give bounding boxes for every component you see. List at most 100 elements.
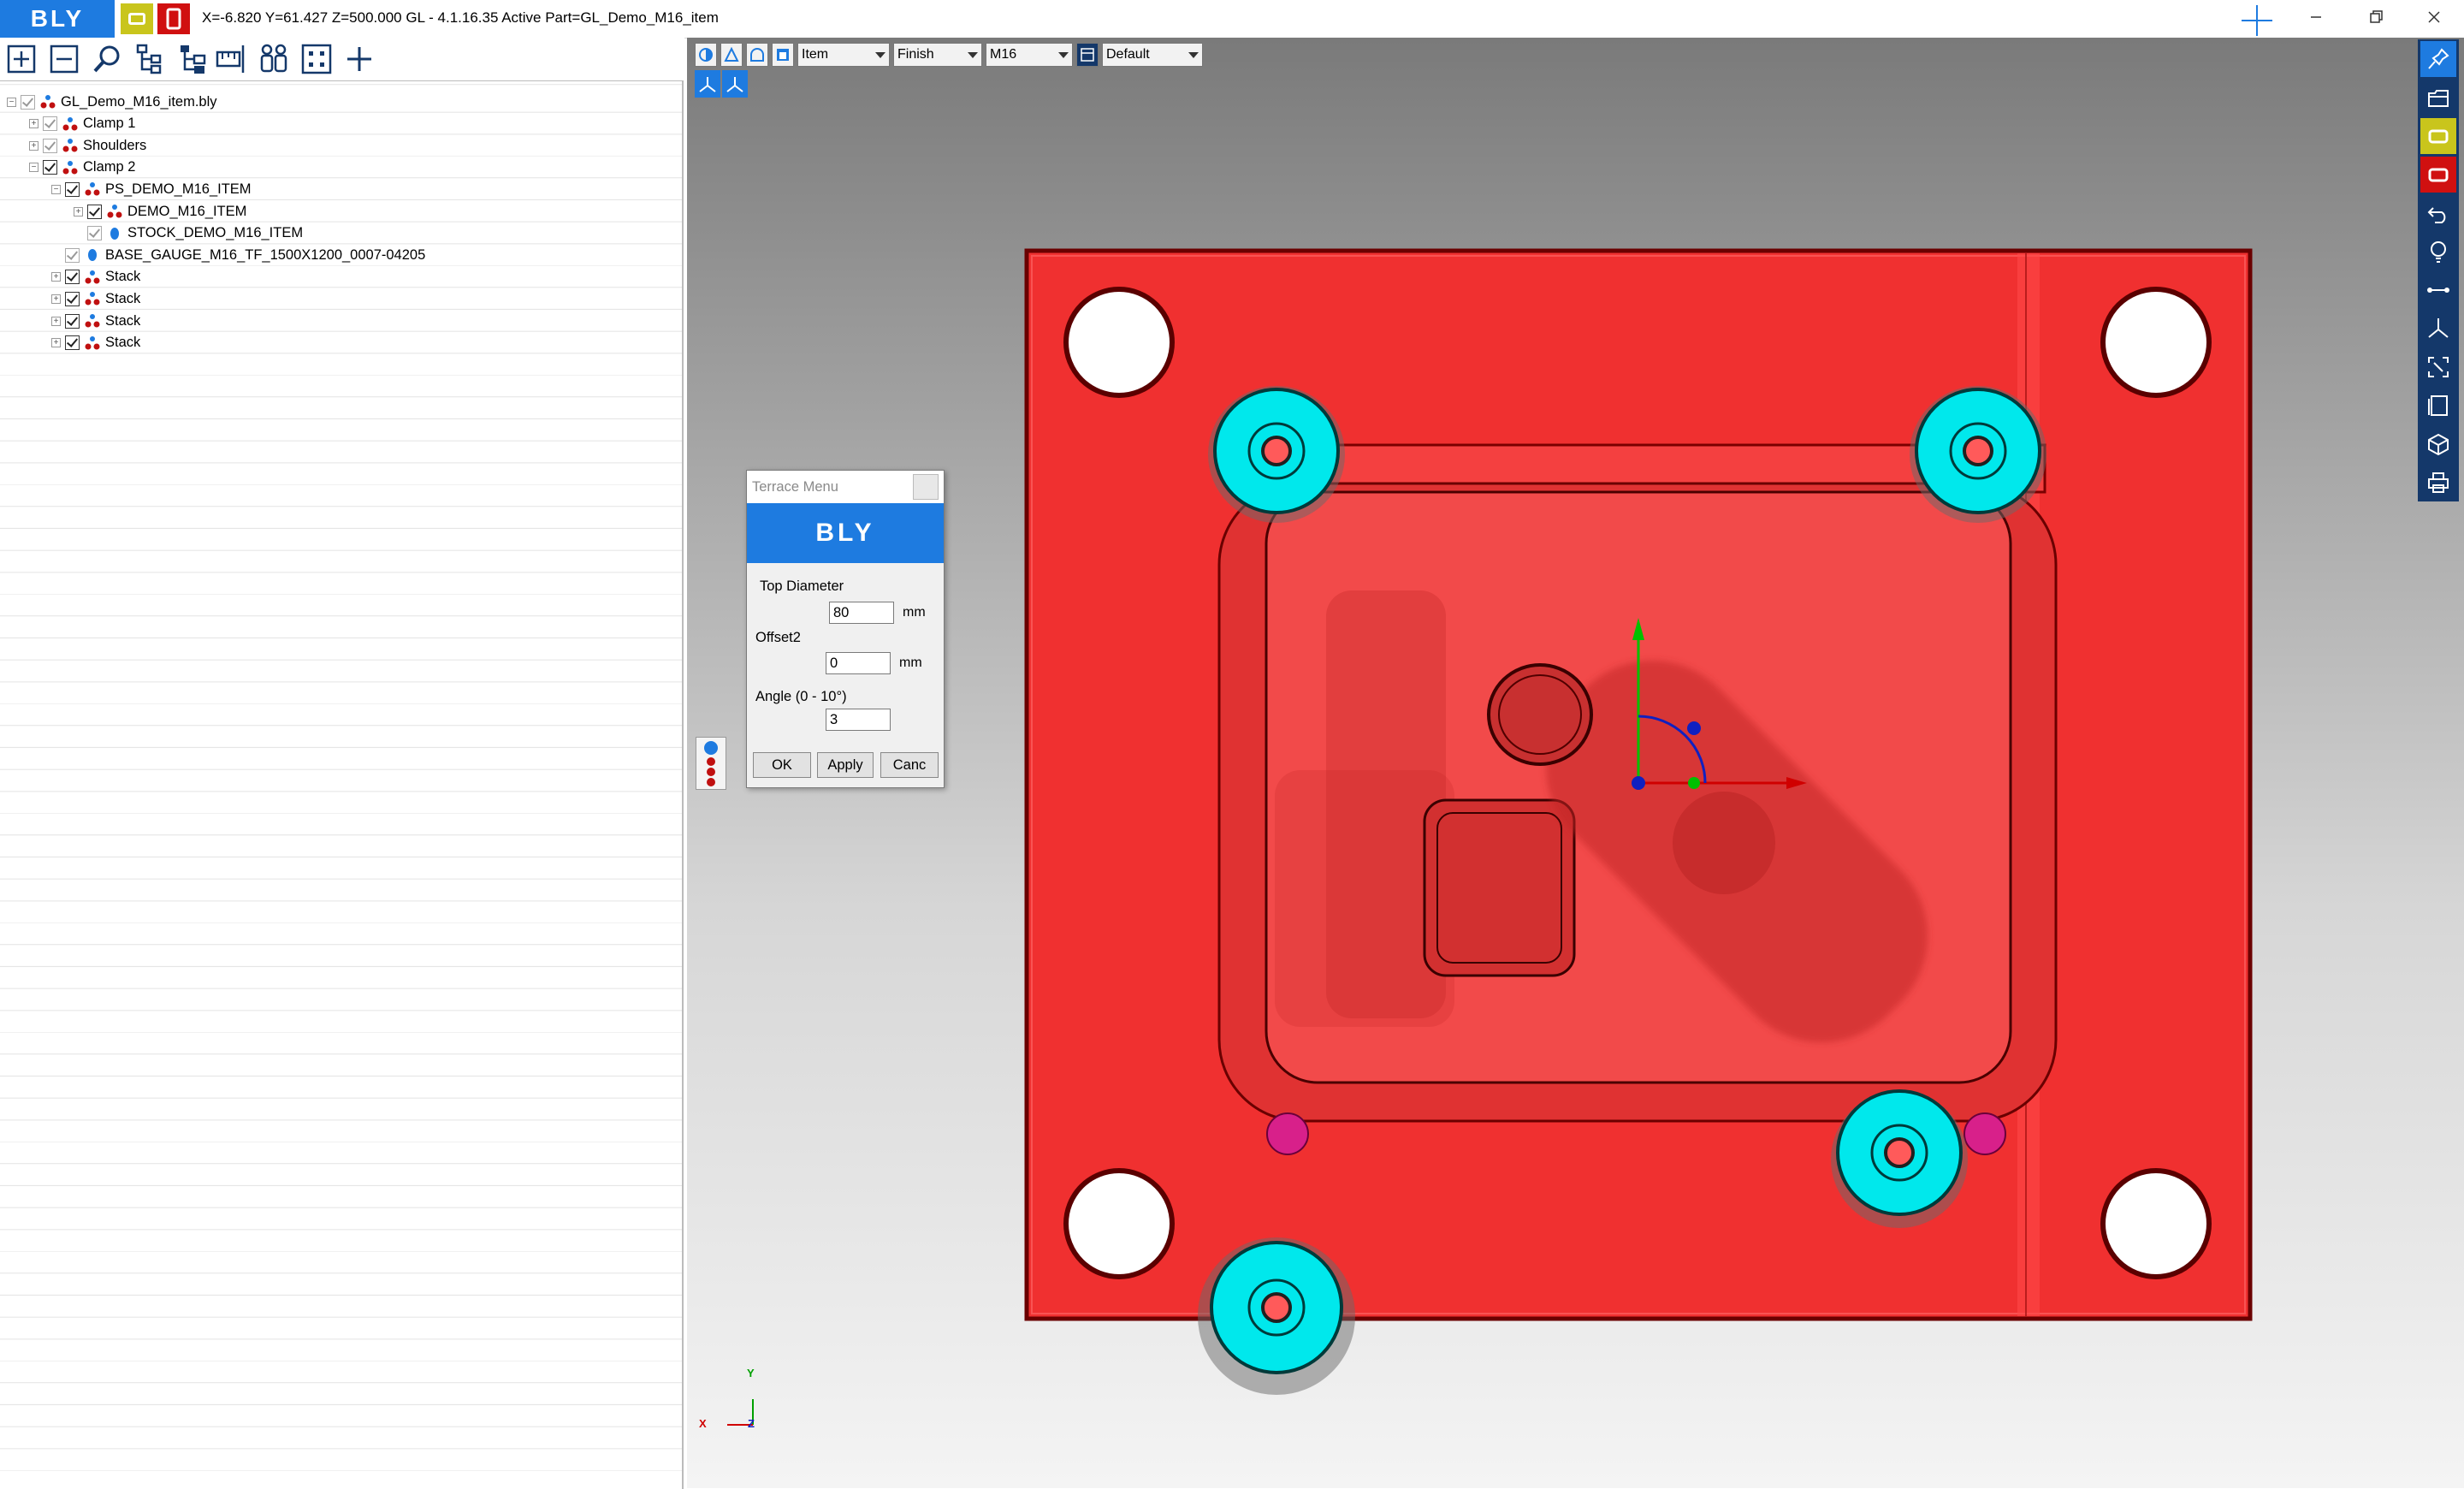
window-icon[interactable] [772, 43, 794, 67]
red-mode-icon[interactable] [157, 3, 190, 34]
iso-view-left-icon[interactable] [695, 70, 720, 98]
visibility-checkbox[interactable] [65, 291, 80, 306]
visibility-checkbox[interactable] [43, 138, 57, 153]
undo-icon[interactable] [2420, 195, 2456, 231]
expand-toggle-icon[interactable]: + [51, 338, 61, 348]
tree-node[interactable]: +STOCK_DEMO_M16_ITEM [74, 223, 303, 244]
add-icon[interactable] [342, 42, 376, 76]
tree-node[interactable]: + Shoulders [29, 135, 146, 156]
tree-node-label: Stack [105, 269, 141, 285]
axis-label-x: X [699, 1417, 707, 1430]
fit-all-icon[interactable] [299, 42, 334, 76]
ok-button[interactable]: OK [753, 752, 811, 778]
tree-node[interactable]: − GL_Demo_M16_item.bly [7, 92, 217, 112]
dialog-title-bar[interactable]: Terrace Menu [747, 471, 944, 503]
part-group-icon [85, 314, 100, 328]
visibility-checkbox[interactable] [21, 94, 35, 110]
3d-viewport[interactable]: Y X Z [687, 38, 2464, 1488]
cancel-button[interactable]: Canc [880, 752, 939, 778]
minimize-button[interactable] [2286, 0, 2346, 34]
app-logo: BLY [0, 0, 115, 38]
tree-node-label: Stack [105, 335, 141, 351]
users-icon[interactable] [257, 42, 291, 76]
expand-toggle-icon[interactable]: + [74, 206, 83, 217]
part-group-icon [40, 95, 56, 109]
visibility-checkbox[interactable] [65, 335, 80, 351]
apply-button[interactable]: Apply [817, 752, 874, 778]
terrace-menu-dialog: Terrace Menu BLY Top Diameter mm Offset2… [746, 470, 945, 788]
offset2-unit: mm [899, 656, 922, 670]
search-icon[interactable] [90, 42, 124, 76]
offset2-input[interactable] [826, 652, 891, 674]
expand-toggle-icon[interactable]: + [51, 294, 61, 304]
cube-icon[interactable] [2420, 426, 2456, 462]
collapse-all-icon[interactable] [47, 42, 81, 76]
folder-icon[interactable] [2420, 80, 2456, 116]
tree-node[interactable]: + Stack [51, 311, 140, 331]
hierarchy-icon[interactable] [175, 42, 210, 76]
visibility-checkbox[interactable] [87, 204, 102, 219]
viewport-toolbar: Item Finish M16 Default [695, 43, 1203, 68]
visibility-checkbox[interactable] [65, 181, 80, 197]
visibility-checkbox[interactable] [43, 116, 57, 132]
top-diameter-input[interactable] [829, 602, 894, 624]
top-diameter-unit: mm [903, 605, 926, 620]
visibility-checkbox[interactable] [65, 270, 80, 285]
tree-node-label: Stack [105, 312, 141, 329]
visibility-checkbox[interactable] [87, 226, 102, 241]
yellow-mode-icon[interactable] [121, 3, 153, 34]
expand-toggle-icon[interactable]: − [51, 184, 61, 194]
dialog-close-button[interactable] [913, 474, 939, 500]
expand-toggle-icon[interactable]: − [7, 97, 16, 107]
tree-node[interactable]: + DEMO_M16_ITEM [74, 201, 246, 222]
tree-node-label: Clamp 1 [83, 116, 136, 132]
tree-node[interactable]: +BASE_GAUGE_M16_TF_1500X1200_0007-04205 [51, 245, 425, 265]
print-icon[interactable] [2420, 465, 2456, 501]
arch-icon[interactable] [746, 43, 768, 67]
distance-icon[interactable] [2420, 272, 2456, 308]
pin-icon[interactable] [2420, 41, 2456, 77]
tree-node[interactable]: + Stack [51, 288, 140, 309]
axes-icon[interactable] [2420, 311, 2456, 347]
visibility-checkbox[interactable] [65, 247, 80, 263]
tree-node[interactable]: − Clamp 2 [29, 157, 135, 178]
expand-toggle-icon[interactable]: + [51, 272, 61, 282]
expand-toggle-icon[interactable]: − [29, 163, 38, 173]
coordinate-status: X=-6.820 Y=61.427 Z=500.000 GL - 4.1.16.… [202, 9, 719, 26]
iso-view-right-icon[interactable] [722, 70, 748, 98]
part-group-icon [107, 205, 122, 218]
visibility-checkbox[interactable] [65, 313, 80, 329]
expand-toggle-icon[interactable]: + [51, 316, 61, 326]
restore-button[interactable] [2346, 0, 2406, 34]
angle-input[interactable] [826, 709, 891, 731]
shading-icon[interactable] [695, 43, 717, 67]
visibility-checkbox[interactable] [43, 160, 57, 175]
light-indicator-icon[interactable] [696, 737, 726, 790]
expand-all-icon[interactable] [4, 42, 38, 76]
red-tool-icon[interactable] [2420, 157, 2456, 193]
tree-node[interactable]: + Clamp 1 [29, 114, 135, 134]
tree-node[interactable]: + Stack [51, 333, 140, 353]
tree-toolbar [0, 38, 684, 80]
tree-node[interactable]: − PS_DEMO_M16_ITEM [51, 179, 252, 199]
yellow-tool-icon[interactable] [2420, 118, 2456, 154]
calculator-icon[interactable] [1076, 43, 1099, 67]
expand-toggle-icon[interactable]: + [29, 140, 38, 151]
part-group-icon [85, 270, 100, 284]
expand-toggle-icon[interactable]: + [29, 119, 38, 129]
zoom-extents-icon[interactable] [2420, 349, 2456, 385]
cone-icon[interactable] [720, 43, 743, 67]
box-view-icon[interactable] [2420, 388, 2456, 424]
model-render[interactable] [687, 38, 2464, 1488]
item-select[interactable]: Item [797, 43, 890, 67]
tree-node[interactable]: + Stack [51, 267, 140, 288]
measure-icon[interactable] [214, 42, 248, 76]
close-button[interactable] [2404, 0, 2464, 34]
finish-select[interactable]: Finish [893, 43, 982, 67]
tree-structure-icon[interactable] [133, 42, 167, 76]
view-preset-select[interactable]: Default [1102, 43, 1203, 67]
lightbulb-icon[interactable] [2420, 234, 2456, 270]
size-select[interactable]: M16 [986, 43, 1073, 67]
assembly-tree: − GL_Demo_M16_item.bly + Clamp 1 + Shoulders −… [0, 80, 684, 1489]
part-group-icon [62, 116, 78, 131]
